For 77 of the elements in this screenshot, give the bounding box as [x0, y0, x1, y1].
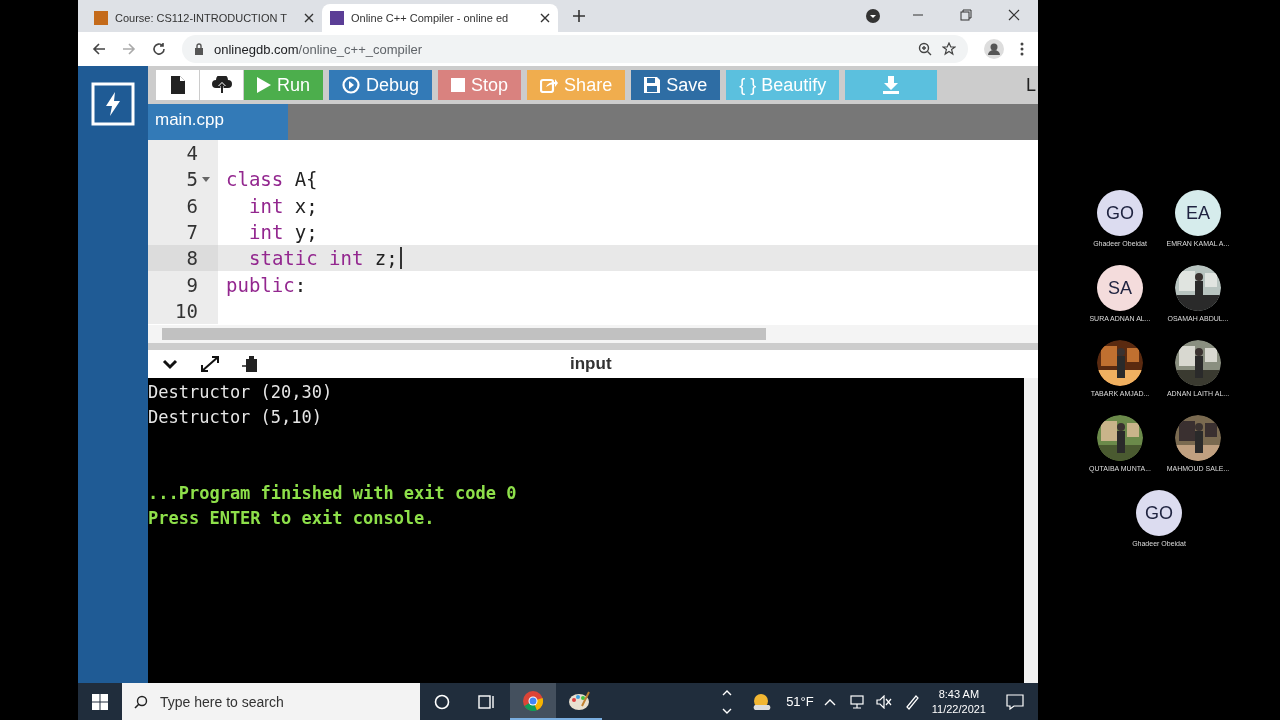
- lightning-logo-icon[interactable]: [91, 82, 135, 126]
- console-text: Destructor (20,30): [148, 382, 333, 402]
- avatar: GO: [1136, 490, 1182, 536]
- play-icon: [257, 77, 271, 93]
- menu-icon[interactable]: [1020, 42, 1024, 56]
- address-field[interactable]: onlinegdb.com/online_c++_compiler: [182, 35, 968, 63]
- browser-tab[interactable]: Course: CS112-INTRODUCTION T: [86, 4, 322, 32]
- chevron-down-icon[interactable]: [162, 358, 178, 370]
- avatar: GO: [1097, 190, 1143, 236]
- toolbar-button[interactable]: [156, 70, 200, 100]
- cortana-icon[interactable]: [434, 693, 450, 710]
- expand-icon[interactable]: [200, 355, 220, 373]
- avatar: EA: [1175, 190, 1221, 236]
- chrome-icon: [522, 689, 544, 712]
- line-number: 4: [186, 142, 198, 165]
- close-icon[interactable]: [1008, 9, 1020, 21]
- console-text: Press ENTER to exit console.: [148, 508, 435, 529]
- search-icon: [134, 694, 148, 709]
- task-view-icon[interactable]: [478, 693, 496, 710]
- network-icon[interactable]: [847, 694, 864, 709]
- back-icon[interactable]: [92, 42, 106, 56]
- weather-text: 51°F: [786, 694, 814, 709]
- palette-icon: [568, 689, 590, 712]
- new-tab-icon[interactable]: [572, 9, 586, 23]
- line-number: 9: [186, 273, 198, 296]
- code-line: int x;: [248, 194, 318, 217]
- file-tab[interactable]: main.cpp: [148, 104, 288, 140]
- stop-icon: [451, 78, 466, 92]
- notification-icon[interactable]: [1006, 693, 1024, 710]
- code-line: static int z;: [218, 247, 402, 270]
- vertical-scrollbar[interactable]: [1024, 378, 1038, 683]
- muted-speaker-icon[interactable]: [875, 694, 892, 709]
- toolbar-button[interactable]: Run: [244, 70, 324, 100]
- console-text: ...Program finished with exit code 0: [148, 483, 517, 504]
- line-number: 5: [186, 168, 198, 191]
- browser-tab[interactable]: Online C++ Compiler - online ed: [322, 4, 558, 32]
- panel-title: input: [570, 354, 612, 374]
- horizontal-scrollbar[interactable]: [148, 325, 1038, 343]
- sun-cloud-icon[interactable]: [752, 692, 773, 711]
- profile-dropdown-icon[interactable]: [866, 9, 880, 23]
- toolbar-button[interactable]: Debug: [329, 70, 433, 100]
- windows-start-icon[interactable]: [92, 693, 108, 710]
- cut-off-text: L: [1026, 74, 1037, 96]
- close-tab-icon[interactable]: [540, 13, 550, 23]
- restore-icon[interactable]: [960, 9, 972, 21]
- close-tab-icon[interactable]: [304, 13, 314, 23]
- line-number: 7: [186, 221, 198, 244]
- clock-date: 11/22/2021: [931, 701, 986, 717]
- line-number: 8: [186, 247, 198, 270]
- circle-play-icon: [342, 76, 361, 94]
- clipboard-icon[interactable]: [242, 355, 258, 373]
- avatar: SA: [1097, 265, 1143, 311]
- line-number: 6: [186, 194, 198, 217]
- clock-time: 8:43 AM: [938, 686, 980, 702]
- chevron-up-icon[interactable]: [823, 697, 836, 706]
- code-line: int y;: [248, 221, 318, 244]
- line-number: 10: [175, 299, 198, 322]
- code-line: public:: [225, 273, 307, 296]
- console-text: Destructor (5,10): [148, 407, 322, 428]
- zoom-icon[interactable]: [918, 42, 932, 56]
- code-line: class A{: [225, 168, 318, 191]
- cloud-upload-icon: [210, 76, 233, 94]
- toolbar-button[interactable]: Stop: [438, 70, 522, 100]
- lock-icon: [194, 43, 204, 55]
- file-icon: [170, 76, 185, 94]
- share-icon: [540, 77, 559, 93]
- download-icon: [882, 76, 901, 94]
- fold-arrow-icon[interactable]: [202, 176, 210, 182]
- toolbar-button[interactable]: Save: [631, 70, 721, 100]
- toolbar-button[interactable]: [200, 70, 244, 100]
- tab-favicon-icon: [94, 11, 108, 25]
- taskbar-app[interactable]: [510, 683, 556, 720]
- profile-icon[interactable]: [984, 39, 1004, 59]
- taskbar-search-field[interactable]: Type here to search: [122, 683, 420, 720]
- reload-icon[interactable]: [152, 42, 166, 56]
- star-icon[interactable]: [942, 42, 956, 56]
- tab-favicon-icon: [330, 11, 344, 25]
